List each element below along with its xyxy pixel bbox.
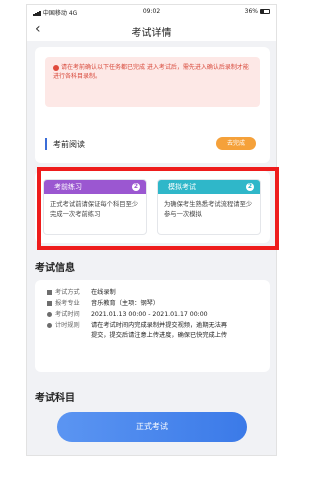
mock-practice-tile[interactable]: 考前练习 2 正式考试前请保证每个科目至少完成一次考前练习 <box>43 179 147 235</box>
precheck-card: 请在考前确认以下任务都已完成 进入考试后，需先进入确认后录制才能进行各科目录制。… <box>35 47 270 163</box>
mock-practice-desc: 正式考试前请保证每个科目至少完成一次考前练习 <box>50 201 139 218</box>
simulation-tile[interactable]: 模拟考试 2 为确保考生熟悉考试流程请至少参与一次模拟 <box>157 179 261 235</box>
exam-info-title: 考试信息 <box>35 263 75 274</box>
info-key: 考试时间 <box>55 311 80 318</box>
pre-reading-row[interactable]: 考前阅读 去完成 <box>45 135 260 155</box>
info-value: 音乐教育（主项：钢琴） <box>91 300 160 307</box>
clock: 09:02 <box>142 8 161 15</box>
bar-chart-icon <box>47 301 52 306</box>
pre-reading-button[interactable]: 去完成 <box>216 137 256 150</box>
info-value: 2021.01.13 00:00 - 2021.01.17 00:00 <box>91 311 208 318</box>
simulation-header: 模拟考试 2 <box>158 180 260 194</box>
simulation-desc: 为确保考生熟悉考试流程请至少参与一次模拟 <box>164 201 253 218</box>
notice-text: 请在考前确认以下任务都已完成 进入考试后，需先进入确认后录制才能进行各科目录制。 <box>53 64 249 80</box>
info-row-method: 考试方式 在线录制 <box>47 288 116 298</box>
battery-group: 36% <box>245 8 270 15</box>
simulation-badge: 2 <box>246 183 254 191</box>
info-row-major: 报考专业 音乐教育（主项：钢琴） <box>47 299 159 309</box>
exam-info-card: 考试方式 在线录制 报考专业 音乐教育（主项：钢琴） 考试时间 2021.01.… <box>35 280 270 372</box>
info-row-rules: 计时规则 请在考试时间内完成录制并提交视频，逾期无法再提交，提交后请注意上传进度… <box>47 321 231 341</box>
info-key: 考试方式 <box>55 289 80 296</box>
formal-exam-button[interactable]: 正式考试 <box>57 412 247 442</box>
nav-bar: ‹ 考试详情 <box>27 19 276 41</box>
mock-practice-badge: 2 <box>132 183 140 191</box>
alert-circle-icon <box>53 64 59 71</box>
simulation-title: 模拟考试 <box>168 183 196 191</box>
info-value: 请在考试时间内完成录制并提交视频，逾期无法再提交，提交后请注意上传进度，确保已快… <box>91 322 228 339</box>
info-key: 计时规则 <box>55 322 80 329</box>
clock-icon <box>47 312 52 317</box>
accent-bar <box>45 138 47 150</box>
status-bar: 中国移动 4G 09:02 36% <box>27 5 276 19</box>
info-value: 在线录制 <box>91 289 116 296</box>
pre-reading-label: 考前阅读 <box>53 140 85 149</box>
page-title: 考试详情 <box>131 28 172 39</box>
practice-card: 考前练习 2 正式考试前请保证每个科目至少完成一次考前练习 模拟考试 2 为确保… <box>35 171 270 243</box>
info-key: 报考专业 <box>55 300 80 307</box>
battery-icon <box>260 9 270 14</box>
mock-practice-header: 考前练习 2 <box>44 180 146 194</box>
subjects-title: 考试科目 <box>35 393 75 404</box>
mock-practice-title: 考前练习 <box>54 183 82 191</box>
phone-screen: 中国移动 4G 09:02 36% ‹ 考试详情 请在考前确认以下任务都已完成 … <box>26 4 277 456</box>
info-row-time: 考试时间 2021.01.13 00:00 - 2021.01.17 00:00 <box>47 310 208 320</box>
notice-banner: 请在考前确认以下任务都已完成 进入考试后，需先进入确认后录制才能进行各科目录制。 <box>45 57 260 107</box>
timer-icon <box>47 323 52 328</box>
battery-percent: 36% <box>244 8 258 15</box>
grid-icon <box>47 290 52 295</box>
